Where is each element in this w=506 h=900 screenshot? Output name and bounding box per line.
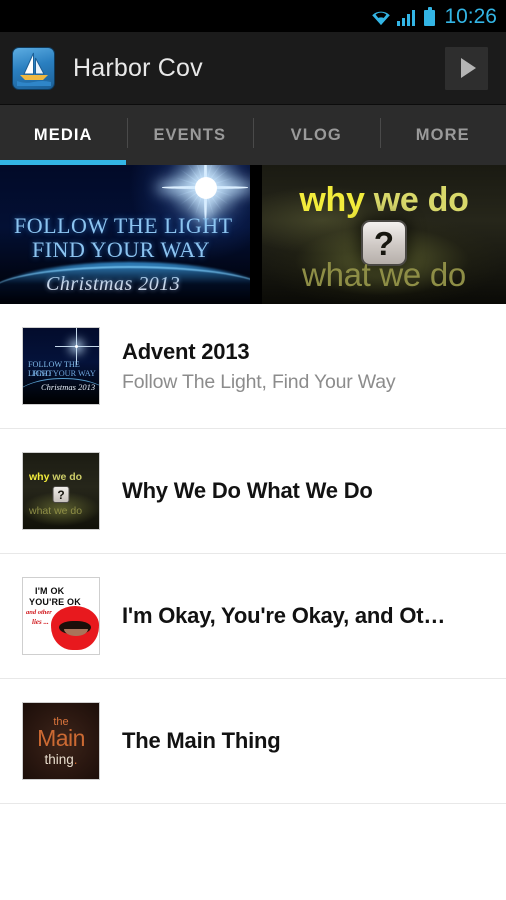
why-we-do-banner[interactable]: why we do ? what we do: [262, 165, 506, 304]
list-item-title: I'm Okay, You're Okay, and Ot…: [122, 603, 446, 628]
list-item-title: Why We Do What We Do: [122, 478, 373, 503]
list-item-text: Why We Do What We Do: [122, 478, 494, 504]
app-root: 10:26 Harbor Cov MEDIA EVENTS VLOG MORE: [0, 0, 506, 900]
thumb-line-3-dot: .: [73, 752, 78, 767]
thumb-top-highlight: why: [29, 471, 50, 483]
featured-carousel: FOLLOW THE LIGHT FIND YOUR WAY Christmas…: [0, 165, 506, 304]
list-item-text: Advent 2013 Follow The Light, Find Your …: [122, 339, 494, 394]
thumb-top-text: why we do: [29, 471, 82, 483]
question-mark-icon: ?: [52, 486, 70, 503]
thumb-line-1: I'M OK: [35, 586, 65, 596]
cellular-signal-icon: [396, 9, 416, 26]
status-bar-clock: 10:26: [444, 4, 497, 28]
thumb-line-3: thing.: [23, 752, 99, 767]
status-bar-icons: [370, 6, 436, 26]
thumb-bottom-text: what we do: [29, 505, 83, 517]
banner-line-2: FIND YOUR WAY: [32, 237, 211, 262]
play-icon: [461, 58, 476, 78]
the-main-thing-thumbnail: the Main thing.: [22, 702, 100, 780]
list-item[interactable]: the Main thing. The Main Thing: [0, 679, 506, 804]
why-we-do-thumbnail: why we do ? what we do: [22, 452, 100, 530]
tab-media[interactable]: MEDIA: [0, 105, 127, 165]
banner-top-rest: we do: [364, 181, 469, 219]
list-item-title: The Main Thing: [122, 728, 281, 753]
battery-icon: [424, 7, 436, 26]
list-item[interactable]: why we do ? what we do Why We Do What We…: [0, 429, 506, 554]
thumb-wave: [23, 378, 99, 400]
list-empty-space: [0, 804, 506, 900]
tab-bar: MEDIA EVENTS VLOG MORE: [0, 105, 506, 165]
banner-top-text: why we do: [262, 181, 506, 220]
thumb-line-3: and other: [26, 609, 52, 616]
question-mark-glyph: ?: [373, 224, 395, 262]
list-item-subtitle: Follow The Light, Find Your Way: [122, 370, 396, 393]
play-button[interactable]: [445, 46, 488, 90]
advent-banner[interactable]: FOLLOW THE LIGHT FIND YOUR WAY Christmas…: [0, 165, 250, 304]
thumb-line-2: Main: [37, 725, 85, 751]
banner-text: FOLLOW THE LIGHT FIND YOUR WAY: [14, 213, 244, 263]
question-mark-glyph: ?: [57, 487, 65, 502]
tab-more[interactable]: MORE: [379, 105, 506, 165]
sailboat-app-icon[interactable]: [12, 46, 55, 90]
page-title: Harbor Cov: [73, 53, 203, 82]
wifi-icon: [370, 8, 392, 26]
list-item-text: The Main Thing: [122, 728, 494, 754]
thumb-top-rest: we do: [49, 471, 83, 483]
action-bar: Harbor Cov: [0, 32, 506, 105]
media-list: FOLLOW THE LIGHT FIND YOUR WAY Christmas…: [0, 304, 506, 900]
banner-bottom-text: what we do: [302, 256, 466, 293]
lips-icon: [51, 606, 99, 650]
carousel-gap: [250, 165, 262, 304]
tab-events[interactable]: EVENTS: [126, 105, 254, 165]
list-item-title: Advent 2013: [122, 338, 250, 364]
list-item-text: I'm Okay, You're Okay, and Ot…: [122, 603, 494, 629]
banner-top-highlight: why: [299, 181, 365, 219]
im-okay-thumbnail: I'M OK YOU'RE OK and other lies ...: [22, 577, 100, 655]
tab-vlog[interactable]: VLOG: [253, 105, 380, 165]
star-glow: [195, 177, 217, 199]
advent-2013-thumbnail: FOLLOW THE LIGHT FIND YOUR WAY Christmas…: [22, 327, 100, 405]
thumb-line-3-word: thing: [44, 752, 74, 767]
thumb-line-2: FIND YOUR WAY: [32, 369, 96, 378]
thumb-line-4: lies ...: [32, 618, 49, 626]
status-bar: 10:26: [0, 0, 506, 32]
banner-line-1: FOLLOW THE LIGHT: [14, 213, 233, 238]
list-item[interactable]: FOLLOW THE LIGHT FIND YOUR WAY Christmas…: [0, 304, 506, 429]
list-item[interactable]: I'M OK YOU'RE OK and other lies ... I'm …: [0, 554, 506, 679]
